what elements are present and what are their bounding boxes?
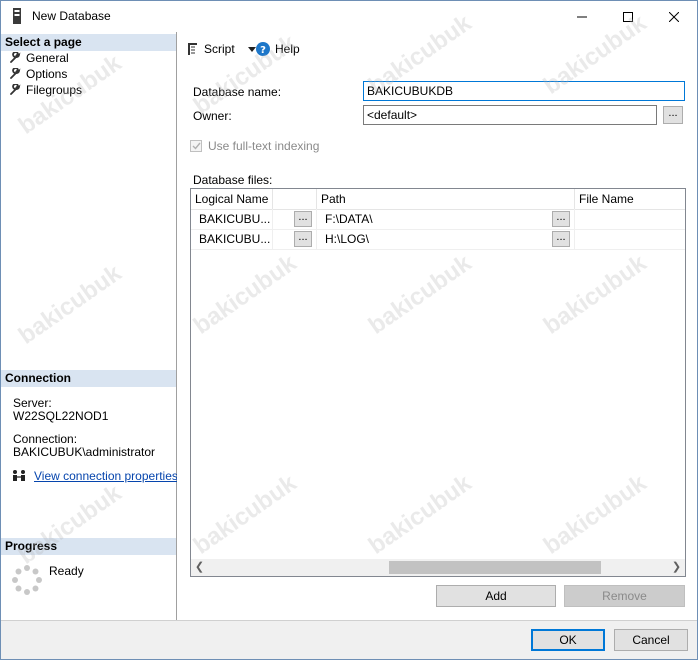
new-database-window: New Database Select a page General Optio… [0,0,698,660]
progress-spinner-icon [12,565,42,595]
fulltext-indexing-label: Use full-text indexing [208,139,320,153]
path-cell[interactable]: F:\DATA\ ... [317,209,575,229]
wrench-icon [10,52,21,63]
database-name-label: Database name: [193,85,282,99]
browse-button[interactable]: ... [294,231,312,247]
scroll-thumb[interactable] [389,561,601,574]
path-value: F:\DATA\ [325,212,373,226]
connection-label: Connection: [13,432,78,446]
scroll-right-icon[interactable]: ❯ [668,559,685,576]
checkmark-icon [192,142,201,150]
title-bar: New Database [1,1,697,32]
toolbar: Script ? Help [177,32,697,66]
svg-text:?: ? [260,45,266,56]
owner-browse-button[interactable]: ... [663,106,683,124]
sidebar-item-options[interactable]: Options [9,66,67,82]
column-header-path[interactable]: Path [317,189,575,209]
database-name-input[interactable]: BAKICUBUKDB [363,81,685,101]
wrench-icon [10,68,21,79]
progress-header: Progress [1,538,176,555]
file-name-cell[interactable] [575,209,685,229]
fulltext-indexing-checkbox[interactable]: Use full-text indexing [190,139,319,153]
connection-value: BAKICUBUK\administrator [13,445,156,459]
server-label: Server: [13,396,52,410]
close-button[interactable] [651,1,697,32]
window-title: New Database [32,9,111,23]
database-files-label: Database files: [193,173,273,187]
sidebar-item-filegroups[interactable]: Filegroups [9,82,82,98]
logical-name-cell[interactable]: BAKICUBU... [191,229,273,249]
remove-button[interactable]: Remove [564,585,685,607]
blank-cell: ... [273,229,317,249]
column-header-blank[interactable] [273,189,317,209]
sidebar-item-label: Options [26,67,68,81]
help-label: Help [275,42,300,56]
browse-button[interactable]: ... [294,211,312,227]
database-icon [13,8,21,24]
minimize-button[interactable] [559,1,605,32]
path-browse-button[interactable]: ... [552,211,570,227]
logical-name-cell[interactable]: BAKICUBU... [191,209,273,229]
help-button[interactable]: ? Help [256,41,300,57]
script-label: Script [204,42,235,56]
sidebar: Select a page General Options Filegroups… [1,32,178,620]
path-cell[interactable]: H:\LOG\ ... [317,229,575,249]
maximize-button[interactable] [605,1,651,32]
sidebar-item-label: General [26,51,69,65]
script-button[interactable]: Script [185,41,256,57]
help-icon: ? [256,42,270,56]
minimize-icon [577,16,587,17]
checkbox-box [190,140,202,152]
cancel-button[interactable]: Cancel [614,629,688,651]
chevron-down-icon [247,46,256,52]
horizontal-scrollbar[interactable]: ❮ ❯ [191,559,685,576]
select-page-header: Select a page [1,34,176,51]
blank-cell: ... [273,209,317,229]
grid-header: Logical Name Path File Name [191,189,685,210]
path-value: H:\LOG\ [325,232,370,246]
scroll-left-icon[interactable]: ❮ [191,559,208,576]
table-row[interactable]: BAKICUBU... ... H:\LOG\ ... [191,229,685,250]
progress-status: Ready [49,564,84,578]
column-header-logical-name[interactable]: Logical Name [191,189,273,209]
server-value: W22SQL22NOD1 [13,409,109,423]
owner-input[interactable]: <default> [363,105,657,125]
column-header-file-name[interactable]: File Name [575,189,685,209]
sidebar-item-label: Filegroups [26,83,83,97]
database-files-grid: Logical Name Path File Name BAKICUBU... … [190,188,686,577]
maximize-icon [623,11,633,22]
connection-header: Connection [1,370,176,387]
owner-label: Owner: [193,109,232,123]
table-row[interactable]: BAKICUBU... ... F:\DATA\ ... [191,209,685,230]
path-browse-button[interactable]: ... [552,231,570,247]
script-icon [188,43,197,55]
sidebar-item-general[interactable]: General [9,50,69,66]
ok-button[interactable]: OK [531,629,605,651]
file-name-cell[interactable] [575,229,685,249]
view-connection-properties-link[interactable]: View connection properties [34,469,178,483]
add-button[interactable]: Add [436,585,556,607]
connection-properties-icon [13,470,25,481]
wrench-icon [10,84,21,95]
close-icon [669,11,679,22]
